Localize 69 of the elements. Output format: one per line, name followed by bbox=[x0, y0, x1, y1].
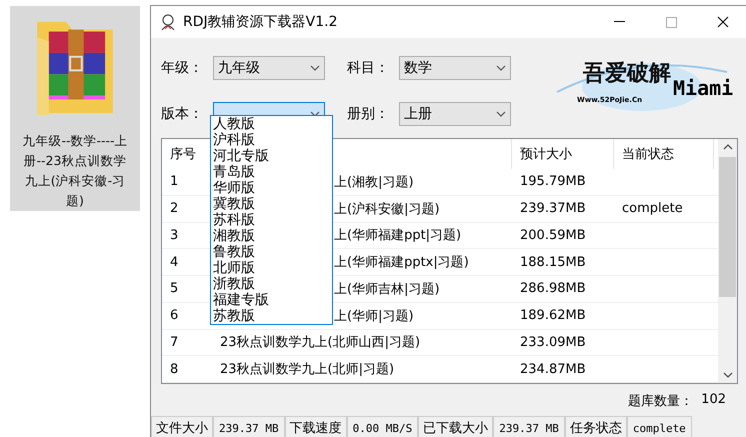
chevron-icon bbox=[496, 64, 506, 71]
status-value: 0.00 MB/S bbox=[346, 416, 418, 437]
count-label: 题库数量： bbox=[628, 393, 694, 411]
filter-label: 版本： bbox=[161, 105, 203, 124]
dropdown-option[interactable]: 苏科版 bbox=[213, 212, 330, 228]
dropdown-option[interactable]: 北师版 bbox=[213, 260, 330, 276]
table-cell-text: 23秋点训数学九上(北师山西|习题) bbox=[219, 335, 420, 350]
table-cell: 上(湘教|习题) bbox=[334, 174, 414, 190]
table-cell-text: 4 bbox=[169, 254, 180, 270]
dropdown-field[interactable]: 九年级 bbox=[213, 56, 325, 80]
table-cell-text: 195.79MB bbox=[519, 174, 587, 190]
table-cell-text: complete bbox=[621, 201, 684, 216]
table-cell-text: 5 bbox=[169, 281, 180, 296]
dropdown-option[interactable]: 苏教版 bbox=[213, 308, 330, 324]
file-label: 九年级--数学----上册--23秋点训数学九上(沪科安徽-习题) bbox=[21, 132, 129, 210]
table-cell-text: 2 bbox=[169, 201, 180, 216]
desktop-icon[interactable]: 九年级--数学----上册--23秋点训数学九上(沪科安徽-习题) bbox=[10, 6, 140, 211]
dropdown-field[interactable]: 数学 bbox=[399, 56, 511, 80]
dropdown-option[interactable]: 鲁教版 bbox=[213, 244, 330, 260]
count-value: 102 bbox=[701, 392, 726, 409]
dropdown-option[interactable]: 华师版 bbox=[213, 180, 330, 196]
dropdown-option[interactable]: 人教版 bbox=[213, 116, 330, 132]
status-label: 任务状态 bbox=[564, 416, 627, 437]
table-cell-text: 8 bbox=[169, 362, 180, 377]
dropdown-field[interactable]: 上册 bbox=[399, 102, 511, 126]
table-cell-text: 1 bbox=[169, 174, 180, 190]
table-cell: 上(华师福建pptx|习题) bbox=[334, 255, 469, 270]
dropdown-option[interactable]: 沪科版 bbox=[213, 132, 330, 148]
status-value: complete bbox=[626, 416, 692, 437]
dropdown-option[interactable]: 冀教版 bbox=[213, 196, 330, 212]
column-header[interactable]: 当前状态 bbox=[614, 139, 714, 169]
dropdown-option[interactable]: 湘教版 bbox=[213, 228, 330, 244]
table-cell-text: 200.59MB bbox=[519, 228, 587, 243]
filter-label: 年级： bbox=[161, 58, 203, 77]
table-cell: 上(华师吉林|习题) bbox=[334, 282, 440, 297]
filter-label: 科目： bbox=[347, 58, 389, 77]
dropdown-option[interactable]: 福建专版 bbox=[213, 292, 330, 308]
table-cell-text: 233.09MB bbox=[519, 334, 587, 350]
maximize-icon bbox=[666, 16, 676, 28]
scrollbar[interactable] bbox=[718, 139, 737, 383]
chevron-icon bbox=[496, 111, 506, 118]
dropdown-option[interactable]: 青岛版 bbox=[213, 164, 330, 180]
table-cell-text: 286.98MB bbox=[519, 281, 587, 296]
minimize-icon bbox=[614, 21, 624, 23]
status-value: 239.37 MB bbox=[493, 416, 565, 437]
table-cell-text: 189.62MB bbox=[519, 308, 587, 324]
table-cell-text: 6 bbox=[169, 308, 180, 324]
chevron-icon bbox=[310, 64, 320, 71]
table-cell-text: 239.37MB bbox=[519, 201, 587, 216]
table-cell: 上(华师|习题) bbox=[334, 308, 414, 324]
table-cell-text: 3 bbox=[169, 228, 180, 243]
dropdown-option[interactable]: 河北专版 bbox=[213, 148, 330, 164]
dropdown-option[interactable]: 浙教版 bbox=[213, 276, 330, 292]
window-title: RDJ教辅资源下载器V1.2 bbox=[183, 13, 338, 31]
table-cell-text: 23秋点训数学九上(北师|习题) bbox=[219, 362, 394, 378]
status-value: 239.37 MB bbox=[213, 416, 285, 437]
table-cell-text: 188.15MB bbox=[519, 254, 587, 270]
table-cell: 上(沪科安徽|习题) bbox=[334, 202, 440, 217]
filter-label: 册别： bbox=[347, 105, 389, 124]
portrait-icon bbox=[159, 13, 177, 31]
status-label: 文件大小 bbox=[151, 416, 213, 437]
status-label: 下载速度 bbox=[284, 416, 347, 437]
chevron-icon bbox=[310, 111, 320, 118]
table-cell-text: 234.87MB bbox=[519, 362, 587, 377]
column-header[interactable]: 预计大小 bbox=[512, 139, 614, 169]
table-cell: 上(华师福建ppt|习题) bbox=[334, 228, 462, 244]
table-cell-text: 7 bbox=[169, 334, 180, 350]
close-icon bbox=[717, 16, 729, 28]
status-label: 已下载大小 bbox=[418, 416, 494, 437]
